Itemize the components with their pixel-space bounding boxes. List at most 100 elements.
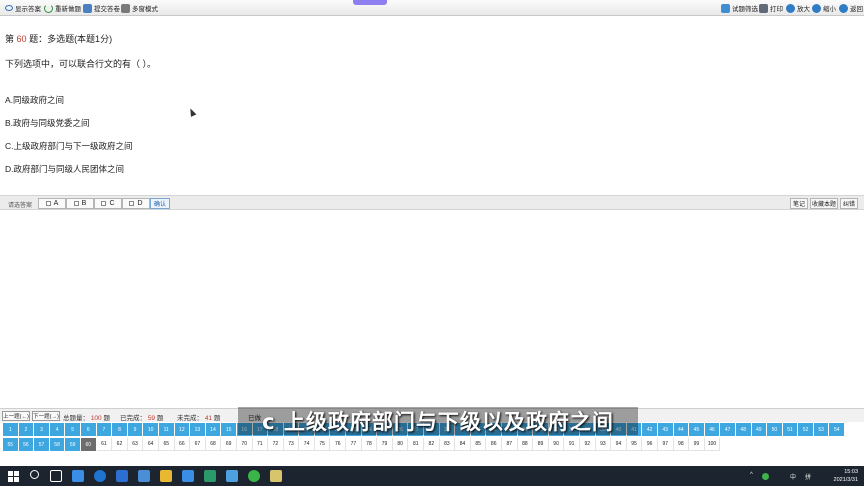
redo-button[interactable]: 重新做题	[41, 1, 84, 15]
choice-b-checkbox[interactable]: B	[66, 198, 94, 209]
question-cell-55[interactable]: 55	[3, 438, 19, 451]
question-cell-43[interactable]: 43	[657, 423, 674, 436]
question-cell-100[interactable]: 100	[704, 438, 721, 451]
question-cell-71[interactable]: 71	[252, 438, 269, 451]
question-cell-76[interactable]: 76	[330, 438, 347, 451]
option-b[interactable]: B.政府与同级党委之间	[5, 117, 90, 129]
question-cell-91[interactable]: 91	[564, 438, 580, 451]
choice-a-checkbox[interactable]: A	[38, 198, 66, 209]
question-cell-98[interactable]: 98	[673, 438, 690, 451]
exam-app-icon[interactable]	[204, 470, 216, 482]
question-cell-46[interactable]: 46	[704, 423, 721, 436]
question-cell-79[interactable]: 79	[377, 438, 393, 451]
question-cell-13[interactable]: 13	[190, 423, 206, 436]
question-cell-9[interactable]: 9	[127, 423, 144, 436]
app-icon[interactable]	[138, 470, 150, 482]
question-cell-2[interactable]: 2	[18, 423, 35, 436]
question-cell-84[interactable]: 84	[455, 438, 471, 451]
question-cell-93[interactable]: 93	[595, 438, 612, 451]
question-cell-53[interactable]: 53	[813, 423, 830, 436]
tray-status-icon[interactable]	[762, 473, 769, 480]
question-cell-68[interactable]: 68	[205, 438, 222, 451]
question-cell-12[interactable]: 12	[174, 423, 191, 436]
tshirt-icon[interactable]	[270, 470, 282, 482]
question-cell-7[interactable]: 7	[96, 423, 113, 436]
option-a[interactable]: A.同级政府之间	[5, 94, 64, 106]
favorite-button[interactable]: 收藏本题	[810, 198, 838, 209]
question-cell-78[interactable]: 78	[361, 438, 378, 451]
question-cell-3[interactable]: 3	[34, 423, 50, 436]
question-cell-62[interactable]: 62	[112, 438, 128, 451]
question-cell-70[interactable]: 70	[236, 438, 253, 451]
question-cell-44[interactable]: 44	[673, 423, 690, 436]
question-cell-90[interactable]: 90	[548, 438, 565, 451]
question-cell-80[interactable]: 80	[392, 438, 409, 451]
question-cell-4[interactable]: 4	[49, 423, 66, 436]
question-cell-96[interactable]: 96	[642, 438, 658, 451]
question-cell-51[interactable]: 51	[782, 423, 799, 436]
question-cell-49[interactable]: 49	[751, 423, 768, 436]
question-cell-75[interactable]: 75	[314, 438, 331, 451]
question-cell-56[interactable]: 56	[18, 438, 35, 451]
tray-expand-icon[interactable]: ^	[750, 472, 753, 478]
question-cell-92[interactable]: 92	[579, 438, 596, 451]
question-cell-66[interactable]: 66	[174, 438, 191, 451]
question-cell-67[interactable]: 67	[190, 438, 206, 451]
question-cell-58[interactable]: 58	[49, 438, 66, 451]
store-icon[interactable]	[116, 470, 128, 482]
wechat-icon[interactable]	[248, 470, 260, 482]
question-cell-81[interactable]: 81	[408, 438, 425, 451]
question-cell-48[interactable]: 48	[735, 423, 752, 436]
edge-icon[interactable]	[94, 470, 106, 482]
question-cell-47[interactable]: 47	[720, 423, 736, 436]
photos-icon[interactable]	[226, 470, 238, 482]
question-cell-73[interactable]: 73	[283, 438, 300, 451]
question-cell-57[interactable]: 57	[34, 438, 50, 451]
search-icon[interactable]	[30, 470, 39, 479]
question-cell-95[interactable]: 95	[626, 438, 643, 451]
multi-window-button[interactable]: 多窗模式	[118, 1, 161, 15]
show-answer-button[interactable]: 显示答案	[2, 1, 44, 15]
question-cell-82[interactable]: 82	[424, 438, 440, 451]
prev-question-button[interactable]: 上一题(←)	[2, 411, 30, 421]
question-cell-69[interactable]: 69	[221, 438, 237, 451]
question-cell-94[interactable]: 94	[611, 438, 627, 451]
mail-icon[interactable]	[72, 470, 84, 482]
report-error-button[interactable]: 纠错	[840, 198, 858, 209]
question-cell-60[interactable]: 60	[80, 438, 97, 451]
question-cell-42[interactable]: 42	[642, 423, 658, 436]
question-cell-50[interactable]: 50	[767, 423, 783, 436]
question-cell-15[interactable]: 15	[221, 423, 237, 436]
question-cell-8[interactable]: 8	[112, 423, 128, 436]
filter-button[interactable]: 试题筛选	[718, 1, 761, 15]
question-cell-77[interactable]: 77	[346, 438, 362, 451]
question-cell-87[interactable]: 87	[502, 438, 518, 451]
question-cell-14[interactable]: 14	[205, 423, 222, 436]
question-cell-54[interactable]: 54	[829, 423, 846, 436]
notes-button[interactable]: 笔记	[790, 198, 808, 209]
question-cell-86[interactable]: 86	[486, 438, 502, 451]
question-cell-99[interactable]: 99	[689, 438, 705, 451]
question-cell-52[interactable]: 52	[798, 423, 814, 436]
question-cell-74[interactable]: 74	[299, 438, 315, 451]
zoom-out-button[interactable]: 缩小	[809, 1, 839, 15]
question-cell-88[interactable]: 88	[517, 438, 534, 451]
task-view-icon[interactable]	[50, 470, 62, 482]
question-cell-83[interactable]: 83	[439, 438, 456, 451]
question-cell-6[interactable]: 6	[80, 423, 97, 436]
sixty-icon[interactable]	[182, 470, 194, 482]
question-cell-97[interactable]: 97	[657, 438, 674, 451]
ime-chinese[interactable]: 中	[790, 472, 796, 481]
question-cell-1[interactable]: 1	[3, 423, 19, 436]
file-explorer-icon[interactable]	[160, 470, 172, 482]
question-cell-61[interactable]: 61	[96, 438, 113, 451]
question-cell-10[interactable]: 10	[143, 423, 159, 436]
question-cell-89[interactable]: 89	[533, 438, 549, 451]
next-question-button[interactable]: 下一题(→)	[32, 411, 60, 421]
question-cell-85[interactable]: 85	[470, 438, 487, 451]
print-button[interactable]: 打印	[756, 1, 786, 15]
ime-pinyin[interactable]: 拼	[805, 472, 811, 481]
question-cell-59[interactable]: 59	[65, 438, 81, 451]
system-clock[interactable]: 15:03 2021/3/31	[834, 468, 858, 484]
option-c[interactable]: C.上级政府部门与下一级政府之间	[5, 140, 133, 152]
